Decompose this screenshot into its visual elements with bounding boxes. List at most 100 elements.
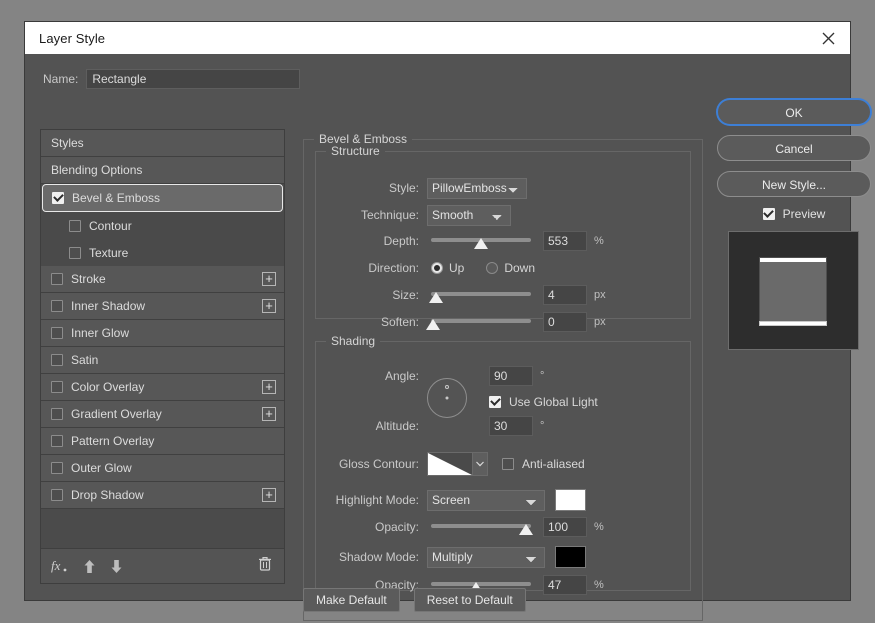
checkbox-stroke[interactable] — [51, 273, 63, 285]
plus-icon[interactable]: + — [262, 272, 276, 286]
trash-icon[interactable] — [258, 556, 272, 577]
sidebar-item-label: Drop Shadow — [71, 488, 144, 502]
highlight-color-swatch[interactable] — [555, 489, 586, 511]
ok-button[interactable]: OK — [717, 99, 871, 125]
sidebar-item-texture[interactable]: Texture — [41, 239, 284, 266]
direction-row: Direction: Up Down — [315, 257, 691, 279]
altitude-unit: ° — [540, 420, 545, 432]
highlight-opacity-input[interactable] — [543, 517, 587, 537]
preview-highlight-bottom — [759, 321, 827, 326]
altitude-label: Altitude: — [375, 419, 419, 433]
angle-dial-handle[interactable] — [445, 385, 449, 389]
sidebar-item-styles[interactable]: Styles — [41, 130, 284, 157]
highlight-mode-select[interactable]: Screen — [427, 489, 545, 511]
preview-checkbox[interactable]: Preview — [717, 207, 871, 221]
dialog-titlebar: Layer Style — [25, 22, 850, 54]
direction-label: Direction: — [368, 261, 419, 275]
highlight-opacity-slider[interactable] — [431, 519, 533, 535]
arrow-up-icon[interactable] — [83, 559, 96, 574]
sidebar-item-gradient-overlay[interactable]: Gradient Overlay + — [41, 401, 284, 428]
checkbox-color-overlay[interactable] — [51, 381, 63, 393]
checkbox-indicator — [502, 458, 514, 470]
plus-icon[interactable]: + — [262, 299, 276, 313]
slider-track — [431, 292, 531, 296]
technique-select[interactable]: Smooth — [427, 204, 511, 226]
sidebar-item-drop-shadow[interactable]: Drop Shadow + — [41, 482, 284, 509]
sidebar-item-stroke[interactable]: Stroke + — [41, 266, 284, 293]
sidebar-item-contour[interactable]: Contour — [41, 212, 284, 239]
fx-icon[interactable]: fx — [51, 558, 69, 574]
depth-row: Depth: % — [315, 230, 691, 252]
plus-icon[interactable]: + — [262, 488, 276, 502]
preview-thumbnail — [728, 231, 859, 350]
sidebar-item-inner-shadow[interactable]: Inner Shadow + — [41, 293, 284, 320]
checkbox-pattern-overlay[interactable] — [51, 435, 63, 447]
use-global-light-checkbox[interactable]: Use Global Light — [489, 395, 598, 409]
size-slider[interactable] — [429, 287, 531, 303]
size-row: Size: px — [315, 284, 691, 306]
technique-label: Technique: — [360, 208, 419, 222]
checkbox-inner-shadow[interactable] — [51, 300, 63, 312]
sidebar-item-bevel-and-emboss[interactable]: Bevel & Emboss — [42, 184, 283, 212]
sidebar-item-label: Styles — [51, 136, 84, 150]
checkbox-bevel-and-emboss[interactable] — [52, 192, 64, 204]
slider-thumb[interactable] — [474, 238, 488, 249]
checkbox-gradient-overlay[interactable] — [51, 408, 63, 420]
technique-row: Technique: Smooth — [315, 204, 691, 226]
plus-icon[interactable]: + — [262, 380, 276, 394]
depth-slider[interactable] — [431, 233, 531, 249]
altitude-input[interactable] — [489, 416, 533, 436]
sidebar-item-label: Inner Glow — [71, 326, 130, 340]
cancel-button[interactable]: Cancel — [717, 135, 871, 161]
new-style-button[interactable]: New Style... — [717, 171, 871, 197]
direction-down-radio[interactable]: Down — [486, 261, 557, 275]
sidebar-item-color-overlay[interactable]: Color Overlay + — [41, 374, 284, 401]
shadow-opacity-input[interactable] — [543, 575, 587, 595]
layer-name-input[interactable] — [86, 69, 301, 89]
shadow-mode-select[interactable]: Multiply — [427, 546, 545, 568]
checkbox-inner-glow[interactable] — [51, 327, 63, 339]
chevron-down-icon[interactable] — [473, 452, 488, 476]
style-label: Style: — [388, 181, 419, 195]
slider-thumb[interactable] — [519, 524, 533, 535]
depth-input[interactable] — [543, 231, 587, 251]
sidebar-item-inner-glow[interactable]: Inner Glow — [41, 320, 284, 347]
checkbox-texture[interactable] — [69, 246, 81, 259]
highlight-opacity-label: Opacity: — [374, 520, 419, 534]
slider-thumb[interactable] — [429, 292, 443, 303]
plus-icon[interactable]: + — [262, 407, 276, 421]
shadow-mode-row: Shadow Mode: Multiply — [315, 546, 691, 568]
style-select[interactable]: PillowEmboss — [427, 177, 527, 199]
anti-aliased-checkbox[interactable]: Anti-aliased — [502, 457, 585, 471]
sidebar-item-blending-options[interactable]: Blending Options — [41, 157, 284, 184]
slider-thumb[interactable] — [426, 319, 440, 330]
angle-input[interactable] — [489, 366, 533, 386]
gloss-contour-label: Gloss Contour: — [338, 457, 419, 471]
dialog-actions: OK Cancel New Style... Preview — [717, 99, 871, 350]
sidebar-item-satin[interactable]: Satin — [41, 347, 284, 374]
shading-group-title: Shading — [326, 334, 381, 348]
preview-label: Preview — [782, 207, 826, 221]
shadow-color-swatch[interactable] — [555, 546, 586, 568]
sidebar-item-outer-glow[interactable]: Outer Glow — [41, 455, 284, 482]
gloss-contour-swatch[interactable] — [427, 452, 473, 476]
checkbox-satin[interactable] — [51, 354, 63, 366]
soften-input[interactable] — [543, 312, 587, 332]
angle-dial[interactable] — [427, 378, 467, 418]
soften-slider[interactable] — [426, 314, 531, 330]
arrow-down-icon[interactable] — [110, 559, 123, 574]
sidebar-item-pattern-overlay[interactable]: Pattern Overlay — [41, 428, 284, 455]
sidebar-item-label: Satin — [71, 353, 99, 367]
checkbox-outer-glow[interactable] — [51, 462, 63, 474]
page-title: Layer Style — [39, 30, 106, 46]
sidebar-item-label: Stroke — [71, 272, 106, 286]
close-icon[interactable] — [806, 22, 850, 54]
size-input[interactable] — [543, 285, 587, 305]
checkbox-contour[interactable] — [69, 219, 81, 232]
sidebar-item-label: Inner Shadow — [71, 299, 146, 313]
checkbox-drop-shadow[interactable] — [51, 489, 63, 501]
reset-to-default-button[interactable]: Reset to Default — [413, 588, 526, 612]
make-default-button[interactable]: Make Default — [303, 588, 400, 612]
highlight-mode-row: Highlight Mode: Screen — [315, 489, 691, 511]
direction-up-radio[interactable]: Up — [431, 261, 486, 275]
